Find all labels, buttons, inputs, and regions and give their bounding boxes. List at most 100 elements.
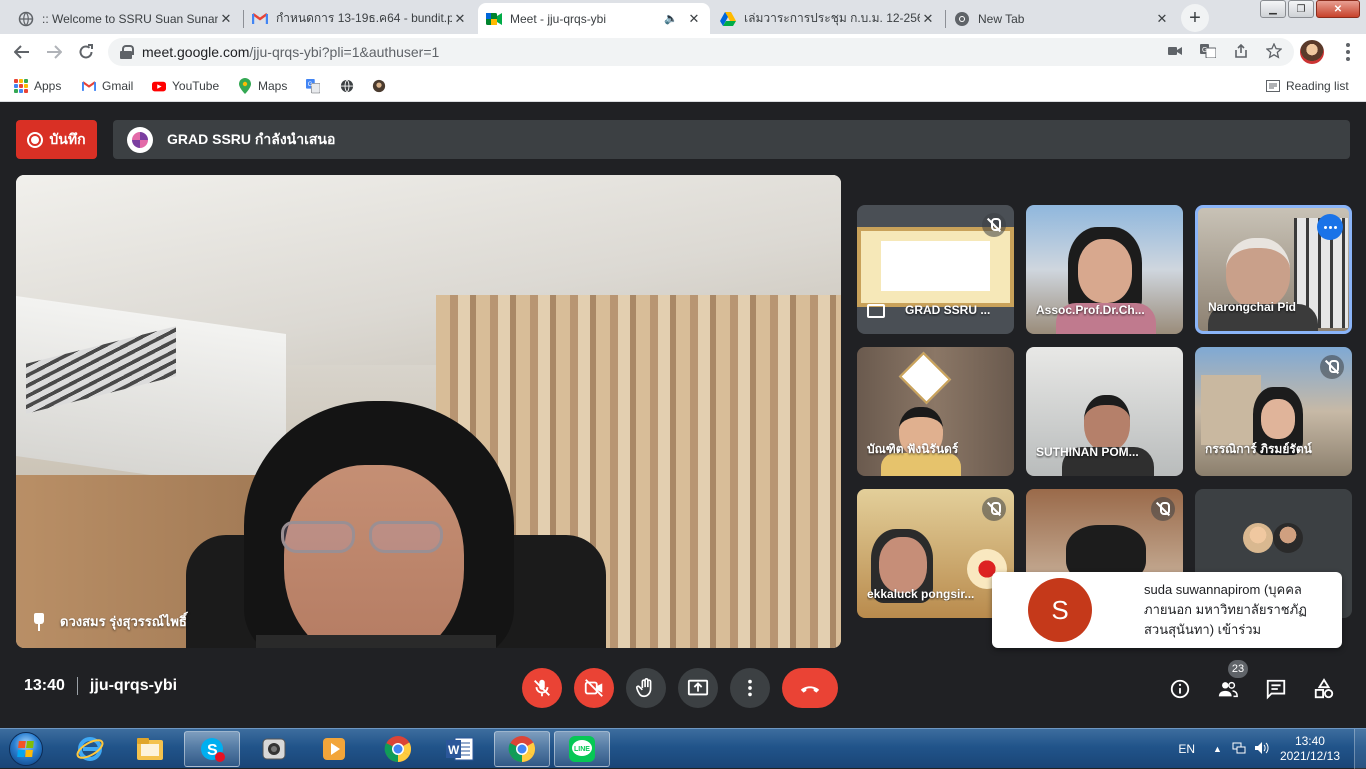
taskbar-media-player[interactable] (306, 731, 362, 767)
chat-button[interactable] (1264, 677, 1288, 701)
participant-tile[interactable]: GRAD SSRU ... (857, 205, 1014, 334)
presenting-banner[interactable]: GRAD SSRU กำลังนำเสนอ (113, 120, 1350, 159)
forward-button[interactable] (42, 40, 66, 64)
reload-button[interactable] (74, 40, 98, 64)
browser-menu-icon[interactable] (1336, 40, 1360, 64)
record-button[interactable]: บันทึก (16, 120, 97, 159)
notification-text: suda suwannapirom (บุคคลภายนอก มหาวิทยาล… (1144, 582, 1307, 637)
line-icon: LINE (569, 736, 595, 762)
language-indicator[interactable]: EN (1178, 742, 1195, 756)
network-icon[interactable] (1232, 741, 1246, 758)
globe-icon (18, 11, 34, 27)
avatar (1243, 523, 1273, 553)
more-vert-icon (748, 679, 752, 697)
more-options-icon[interactable] (1317, 214, 1343, 240)
taskbar-ie[interactable] (62, 731, 118, 767)
close-icon[interactable]: ✕ (1154, 11, 1170, 27)
system-clock[interactable]: 13:40 2021/12/13 (1280, 734, 1340, 764)
tab-meet[interactable]: Meet - jju-qrqs-ybi 🔈 ✕ (478, 3, 710, 34)
drive-icon (720, 11, 736, 27)
taskbar-skype[interactable]: S (184, 731, 240, 767)
minimize-button[interactable]: ▁ (1260, 0, 1286, 18)
participants-count-badge: 23 (1228, 660, 1248, 678)
translate-icon[interactable]: G (1200, 43, 1217, 61)
close-icon[interactable]: ✕ (452, 11, 468, 27)
lock-icon[interactable] (120, 45, 134, 59)
bookmark-youtube[interactable]: YouTube (152, 77, 219, 95)
tray-expand-icon[interactable]: ▲ (1213, 744, 1222, 754)
speaker-icon[interactable]: 🔈 (664, 12, 678, 25)
participant-tile[interactable]: ekkaluck pongsir... (857, 489, 1014, 618)
muted-mic-icon (982, 497, 1006, 521)
activities-button[interactable] (1312, 677, 1336, 701)
meeting-details-button[interactable] (1168, 677, 1192, 701)
reading-list-button[interactable]: Reading list (1266, 77, 1349, 95)
svg-text:W: W (448, 743, 460, 757)
gmail-icon (82, 79, 96, 93)
join-notification[interactable]: S suda suwannapirom (บุคคลภายนอก มหาวิทย… (992, 572, 1342, 648)
star-icon[interactable] (1265, 41, 1283, 62)
reading-list-icon (1266, 79, 1280, 93)
muted-mic-icon (982, 213, 1006, 237)
meet-icon (486, 11, 502, 27)
globe-icon (340, 79, 354, 93)
close-icon[interactable]: ✕ (920, 11, 936, 27)
camera-off-icon (584, 679, 603, 697)
bookmark-gmail[interactable]: Gmail (82, 77, 133, 95)
svg-text:G: G (1202, 47, 1207, 54)
close-icon[interactable]: ✕ (686, 11, 702, 27)
participant-tile[interactable]: บัณฑิต ฟังนิรันดร์ (857, 347, 1014, 476)
bookmark-maps[interactable]: Maps (238, 77, 287, 95)
pin-icon[interactable] (32, 612, 46, 631)
close-window-button[interactable]: ✕ (1316, 0, 1360, 18)
participant-tile[interactable]: Narongchai Pid (1195, 205, 1352, 334)
leave-call-button[interactable] (782, 668, 838, 708)
present-now-button[interactable] (678, 668, 718, 708)
tab-gmail[interactable]: กำหนดการ 13-19ธ.ค64 - bundit.p ✕ (244, 3, 476, 34)
taskbar-word[interactable]: W (432, 731, 488, 767)
back-button[interactable] (10, 40, 34, 64)
raise-hand-button[interactable] (626, 668, 666, 708)
taskbar-chrome-open[interactable] (494, 731, 550, 767)
more-options-button[interactable] (730, 668, 770, 708)
svg-text:LINE: LINE (574, 746, 590, 753)
taskbar-chrome[interactable] (370, 731, 426, 767)
bookmark-translate[interactable]: G (306, 77, 320, 95)
mic-toggle-button[interactable] (522, 668, 562, 708)
tab-ssru[interactable]: :: Welcome to SSRU Suan Sunandha ✕ (10, 3, 242, 34)
close-icon[interactable]: ✕ (218, 11, 234, 27)
bookmark-site[interactable] (372, 77, 386, 95)
address-bar[interactable]: meet.google.com/jju-qrqs-ybi?pli=1&authu… (108, 38, 1294, 66)
start-button[interactable] (4, 729, 48, 769)
bookmark-apps[interactable]: Apps (14, 77, 61, 95)
main-speaker-video[interactable]: ดวงสมร รุ่งสุวรรณ์ไพธิ์ (16, 175, 841, 648)
tab-new[interactable]: New Tab ✕ (946, 3, 1178, 34)
taskbar-line[interactable]: LINE (554, 731, 610, 767)
tab-strip: :: Welcome to SSRU Suan Sunandha ✕ กำหนด… (0, 0, 1366, 34)
bookmarks-bar: Apps Gmail YouTube Maps G Reading list (0, 70, 1366, 102)
muted-mic-icon (1151, 497, 1175, 521)
taskbar-explorer[interactable] (122, 731, 178, 767)
volume-icon[interactable] (1254, 741, 1270, 758)
system-tray: EN ▲ 13:40 2021/12/13 (1178, 729, 1366, 769)
window-controls: ▁ ❐ ✕ (1260, 0, 1360, 18)
maximize-button[interactable]: ❐ (1288, 0, 1314, 18)
participant-tile[interactable]: Assoc.Prof.Dr.Ch... (1026, 205, 1183, 334)
participant-tile[interactable]: SUTHINAN POM... (1026, 347, 1183, 476)
new-tab-button[interactable]: + (1181, 4, 1209, 32)
taskbar-camera-app[interactable] (246, 731, 302, 767)
camera-toggle-button[interactable] (574, 668, 614, 708)
camera-icon[interactable] (1168, 44, 1182, 60)
share-icon[interactable] (1234, 43, 1248, 61)
site-icon (372, 79, 386, 93)
youtube-icon (152, 79, 166, 93)
bookmark-globe[interactable] (340, 77, 354, 95)
show-desktop-button[interactable] (1354, 729, 1366, 769)
windows-taskbar: S W LINE EN ▲ 13:40 2021/12/13 (0, 728, 1366, 769)
participants-button[interactable] (1216, 677, 1240, 701)
participant-tile[interactable]: กรรณิการ์ ภิรมย์รัตน์ (1195, 347, 1352, 476)
tab-drive[interactable]: เล่มวาระการประชุม ก.บ.ม. 12-2564.p ✕ (712, 3, 944, 34)
meet-stage: บันทึก GRAD SSRU กำลังนำเสนอ ดวงสมร รุ่ง… (0, 103, 1366, 728)
presenter-logo-icon (127, 126, 153, 153)
profile-avatar[interactable] (1300, 40, 1324, 64)
